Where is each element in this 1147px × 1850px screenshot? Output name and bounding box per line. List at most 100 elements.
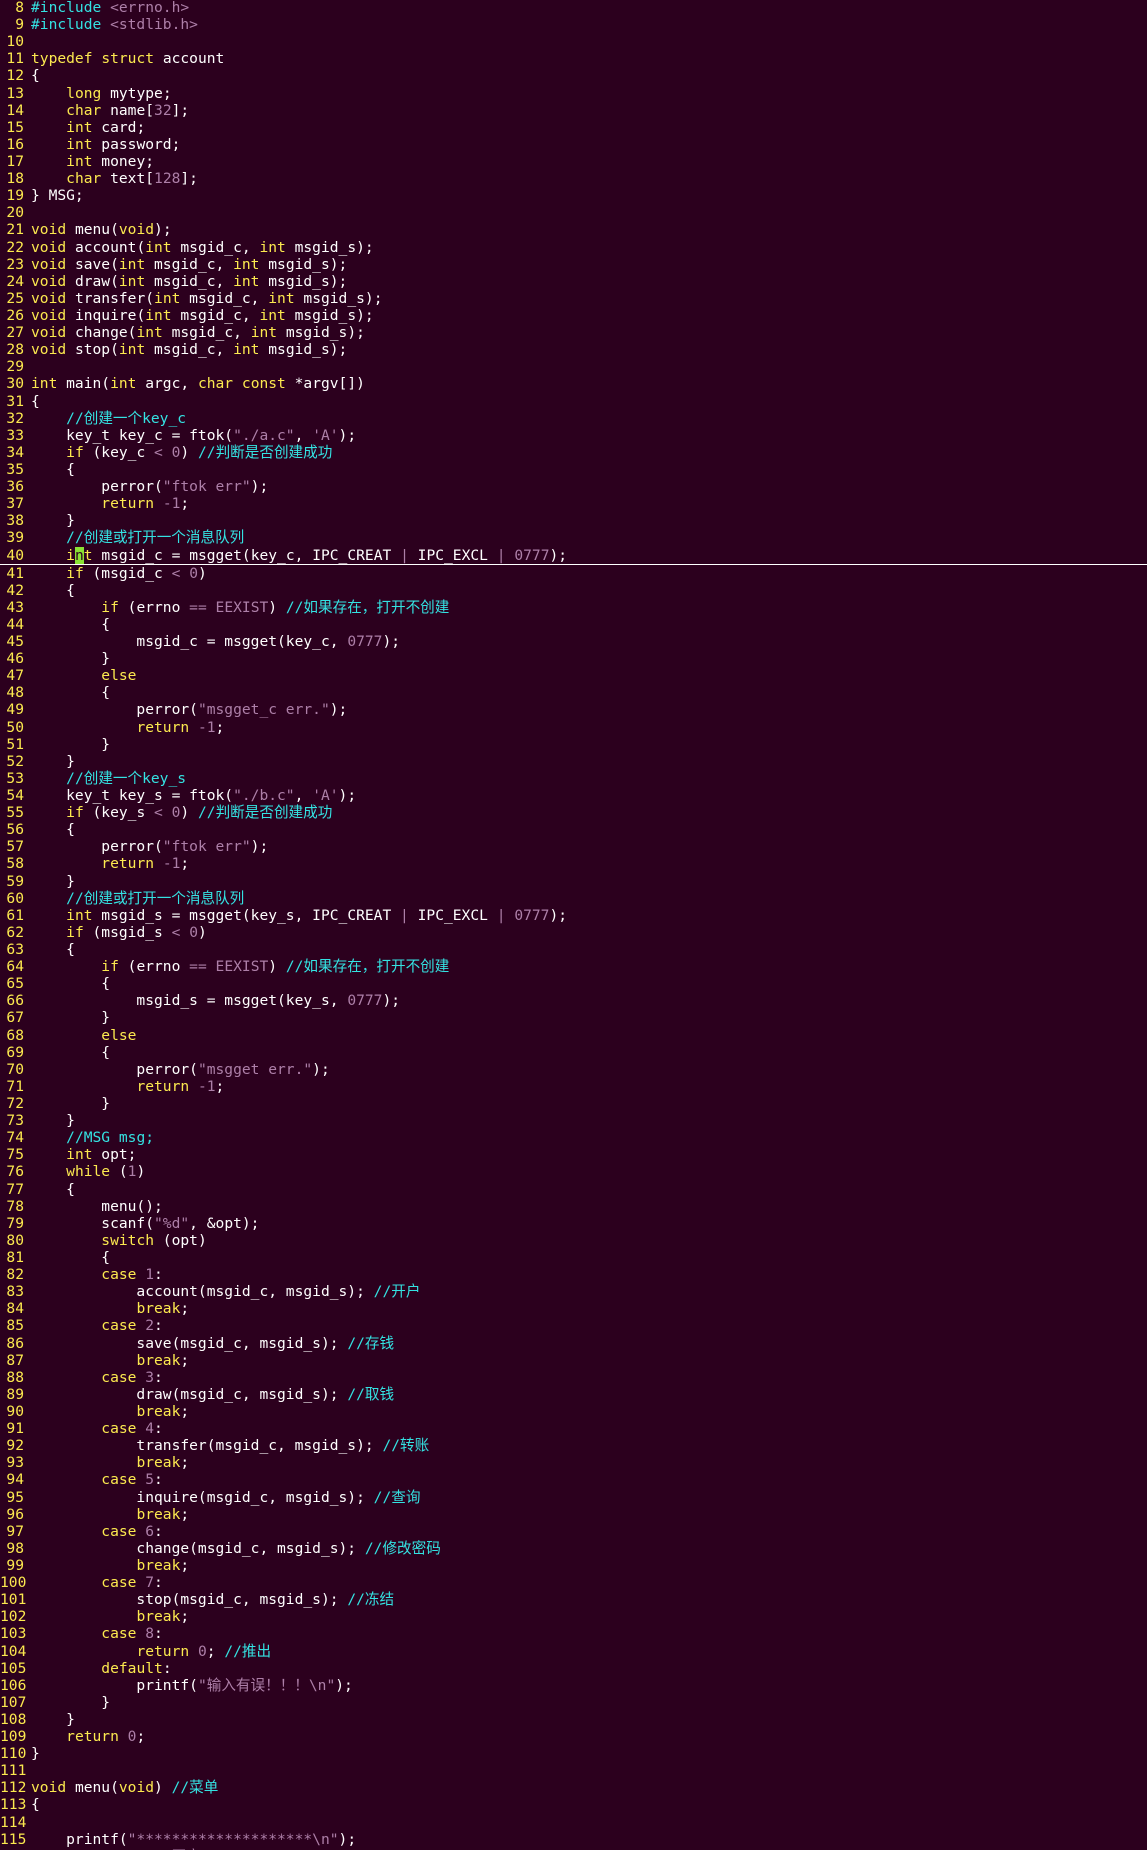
code-line[interactable]: 91 case 4: bbox=[0, 1420, 1147, 1437]
code-line[interactable]: 10 bbox=[0, 33, 1147, 50]
code-line[interactable]: 30 int main(int argc, char const *argv[]) bbox=[0, 375, 1147, 392]
code-text[interactable]: char name[32]; bbox=[31, 102, 189, 119]
code-text[interactable]: return -1; bbox=[31, 1078, 224, 1095]
code-text[interactable]: printf("********************\n"); bbox=[31, 1831, 356, 1848]
code-line[interactable]: 45 msgid_c = msgget(key_c, 0777); bbox=[0, 633, 1147, 650]
code-text[interactable]: { bbox=[31, 67, 40, 84]
code-text[interactable]: break; bbox=[31, 1300, 189, 1317]
code-line[interactable]: 42 { bbox=[0, 582, 1147, 599]
code-text[interactable]: perror("msgget_c err."); bbox=[31, 701, 347, 718]
code-line[interactable]: 56 { bbox=[0, 821, 1147, 838]
code-line[interactable]: 100 case 7: bbox=[0, 1574, 1147, 1591]
code-text[interactable]: case 7: bbox=[31, 1574, 163, 1591]
code-line[interactable]: 25 void transfer(int msgid_c, int msgid_s… bbox=[0, 290, 1147, 307]
code-text[interactable]: break; bbox=[31, 1608, 189, 1625]
code-line[interactable]: 60 //创建或打开一个消息队列 bbox=[0, 890, 1147, 907]
code-line[interactable]: 112 void menu(void) //菜单 bbox=[0, 1779, 1147, 1796]
code-text[interactable]: case 6: bbox=[31, 1523, 163, 1540]
code-line[interactable]: 54 key_t key_s = ftok("./b.c", 'A'); bbox=[0, 787, 1147, 804]
code-line[interactable]: 57 perror("ftok err"); bbox=[0, 838, 1147, 855]
code-line[interactable]: 43 if (errno == EEXIST) //如果存在，打开不创建 bbox=[0, 599, 1147, 616]
code-text[interactable]: //MSG msg; bbox=[31, 1129, 154, 1146]
code-line[interactable]: 111 bbox=[0, 1762, 1147, 1779]
code-text[interactable]: break; bbox=[31, 1403, 189, 1420]
code-text[interactable]: char text[128]; bbox=[31, 170, 198, 187]
code-line[interactable]: 21 void menu(void); bbox=[0, 221, 1147, 238]
code-text[interactable]: { bbox=[31, 941, 75, 958]
code-line[interactable]: 95 inquire(msgid_c, msgid_s); //查询 bbox=[0, 1489, 1147, 1506]
code-text[interactable]: case 1: bbox=[31, 1266, 163, 1283]
code-text[interactable]: break; bbox=[31, 1352, 189, 1369]
code-line[interactable]: 51 } bbox=[0, 736, 1147, 753]
code-text[interactable]: void draw(int msgid_c, int msgid_s); bbox=[31, 273, 347, 290]
code-line[interactable]: 77 { bbox=[0, 1181, 1147, 1198]
code-text[interactable]: } bbox=[31, 1112, 75, 1129]
code-text[interactable]: { bbox=[31, 821, 75, 838]
code-text[interactable]: { bbox=[31, 1249, 110, 1266]
code-line[interactable]: 93 break; bbox=[0, 1454, 1147, 1471]
code-line[interactable]: 31 { bbox=[0, 393, 1147, 410]
code-line[interactable]: 55 if (key_s < 0) //判断是否创建成功 bbox=[0, 804, 1147, 821]
code-line[interactable]: 12 { bbox=[0, 67, 1147, 84]
code-line[interactable]: 84 break; bbox=[0, 1300, 1147, 1317]
code-text[interactable]: return 0; //推出 bbox=[31, 1643, 271, 1660]
code-line[interactable]: 8 #include <errno.h> bbox=[0, 0, 1147, 16]
code-line[interactable]: 13 long mytype; bbox=[0, 85, 1147, 102]
code-line[interactable]: 76 while (1) bbox=[0, 1163, 1147, 1180]
code-line[interactable]: 49 perror("msgget_c err."); bbox=[0, 701, 1147, 718]
code-text[interactable]: if (errno == EEXIST) //如果存在，打开不创建 bbox=[31, 958, 449, 975]
code-text[interactable]: int card; bbox=[31, 119, 145, 136]
code-text[interactable]: void menu(void); bbox=[31, 221, 172, 238]
code-text[interactable]: break; bbox=[31, 1557, 189, 1574]
code-line[interactable]: 81 { bbox=[0, 1249, 1147, 1266]
code-text[interactable]: { bbox=[31, 975, 110, 992]
code-line[interactable]: 94 case 5: bbox=[0, 1471, 1147, 1488]
code-line[interactable]: 24 void draw(int msgid_c, int msgid_s); bbox=[0, 273, 1147, 290]
code-line[interactable]: 69 { bbox=[0, 1044, 1147, 1061]
code-text[interactable]: { bbox=[31, 1796, 40, 1813]
code-text[interactable]: } bbox=[31, 650, 110, 667]
code-text[interactable]: draw(msgid_c, msgid_s); //取钱 bbox=[31, 1386, 394, 1403]
code-line[interactable]: 99 break; bbox=[0, 1557, 1147, 1574]
code-text[interactable]: return -1; bbox=[31, 719, 224, 736]
code-line[interactable]: 53 //创建一个key_s bbox=[0, 770, 1147, 787]
code-line[interactable]: 97 case 6: bbox=[0, 1523, 1147, 1540]
code-text[interactable]: if (msgid_c < 0) bbox=[31, 565, 207, 582]
code-text[interactable]: //创建一个key_c bbox=[31, 410, 186, 427]
code-line[interactable]: 63 { bbox=[0, 941, 1147, 958]
code-text[interactable]: void change(int msgid_c, int msgid_s); bbox=[31, 324, 365, 341]
code-text[interactable]: return 0; bbox=[31, 1728, 145, 1745]
code-text[interactable]: if (key_c < 0) //判断是否创建成功 bbox=[31, 444, 332, 461]
code-line[interactable]: 108 } bbox=[0, 1711, 1147, 1728]
code-line[interactable]: 79 scanf("%d", &opt); bbox=[0, 1215, 1147, 1232]
code-line[interactable]: 89 draw(msgid_c, msgid_s); //取钱 bbox=[0, 1386, 1147, 1403]
code-line[interactable]: 39 //创建或打开一个消息队列 bbox=[0, 529, 1147, 546]
code-line[interactable]: 90 break; bbox=[0, 1403, 1147, 1420]
code-line[interactable]: 32 //创建一个key_c bbox=[0, 410, 1147, 427]
code-line[interactable]: 48 { bbox=[0, 684, 1147, 701]
code-text[interactable]: return -1; bbox=[31, 855, 189, 872]
code-text[interactable]: #include <errno.h> bbox=[31, 0, 189, 16]
code-text[interactable]: int msgid_c = msgget(key_c, IPC_CREAT | … bbox=[31, 546, 567, 564]
code-text[interactable]: stop(msgid_c, msgid_s); //冻结 bbox=[31, 1591, 394, 1608]
code-text[interactable]: } bbox=[31, 753, 75, 770]
code-line[interactable]: 106 printf("输入有误！！！\n"); bbox=[0, 1677, 1147, 1694]
code-line[interactable]: 104 return 0; //推出 bbox=[0, 1643, 1147, 1660]
code-text[interactable]: void menu(void) //菜单 bbox=[31, 1779, 218, 1796]
code-line[interactable]: 71 return -1; bbox=[0, 1078, 1147, 1095]
code-text[interactable]: } bbox=[31, 1711, 75, 1728]
code-text[interactable]: inquire(msgid_c, msgid_s); //查询 bbox=[31, 1489, 420, 1506]
code-text[interactable]: switch (opt) bbox=[31, 1232, 206, 1249]
code-text[interactable]: { bbox=[31, 393, 40, 410]
code-text[interactable]: //创建或打开一个消息队列 bbox=[31, 529, 244, 546]
code-line[interactable]: 73 } bbox=[0, 1112, 1147, 1129]
code-text[interactable]: case 5: bbox=[31, 1471, 163, 1488]
code-text[interactable]: perror("msgget err."); bbox=[31, 1061, 329, 1078]
code-text[interactable]: } bbox=[31, 1745, 40, 1762]
code-text[interactable]: } bbox=[31, 873, 75, 890]
code-line[interactable]: 80 switch (opt) bbox=[0, 1232, 1147, 1249]
code-line[interactable]: 52 } bbox=[0, 753, 1147, 770]
code-text[interactable]: else bbox=[31, 1027, 136, 1044]
code-line[interactable]: 88 case 3: bbox=[0, 1369, 1147, 1386]
code-line[interactable]: 65 { bbox=[0, 975, 1147, 992]
